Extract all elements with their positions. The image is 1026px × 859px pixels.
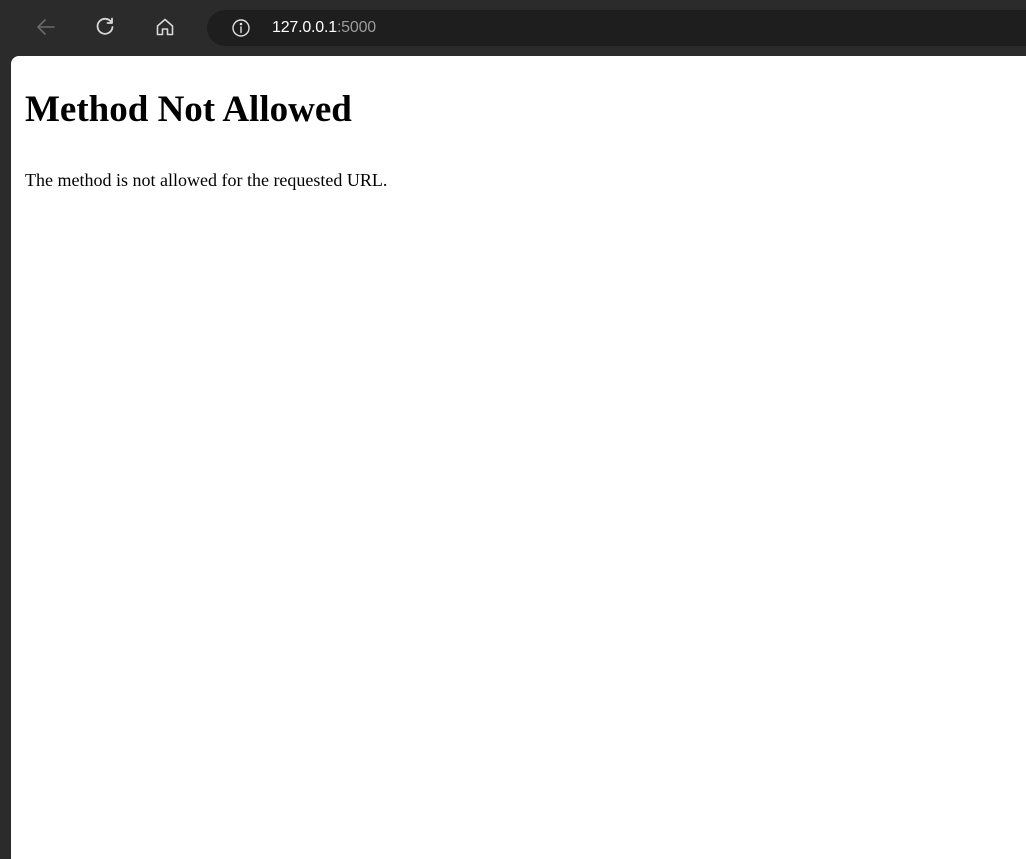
home-icon xyxy=(154,16,176,38)
reload-button[interactable] xyxy=(90,12,120,42)
page-viewport: Method Not Allowed The method is not all… xyxy=(11,56,1026,859)
reload-icon xyxy=(94,16,116,38)
url-text[interactable]: 127.0.0.1:5000 xyxy=(272,19,376,37)
info-icon[interactable] xyxy=(229,16,253,40)
url-port: :5000 xyxy=(336,19,376,36)
url-host: 127.0.0.1 xyxy=(272,19,337,36)
error-message: The method is not allowed for the reques… xyxy=(25,170,388,190)
page-title: Method Not Allowed xyxy=(25,89,352,130)
back-button[interactable] xyxy=(31,12,61,42)
home-button[interactable] xyxy=(150,12,180,42)
arrow-left-icon xyxy=(35,16,57,38)
address-bar[interactable]: 127.0.0.1:5000 xyxy=(207,10,1026,46)
browser-toolbar: 127.0.0.1:5000 xyxy=(0,0,1026,56)
